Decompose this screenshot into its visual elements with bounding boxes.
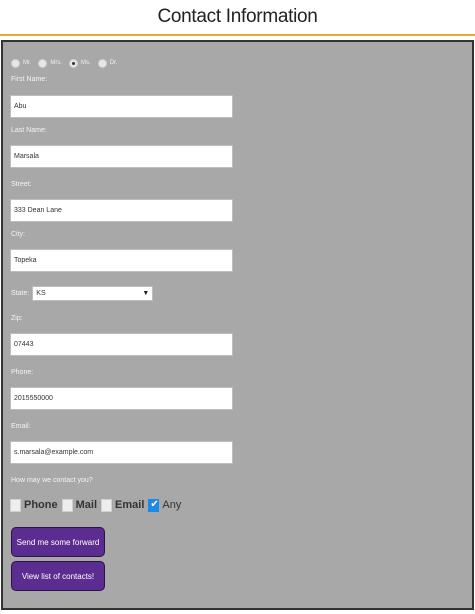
- zip-input[interactable]: 07443: [10, 333, 233, 356]
- checkbox-phone-label: Phone: [24, 499, 58, 511]
- state-select[interactable]: KS ▼: [32, 285, 154, 301]
- radio-mr[interactable]: [11, 58, 20, 68]
- state-label: State:: [11, 289, 30, 297]
- radio-ms[interactable]: [69, 58, 79, 68]
- page-title: Contact Information: [157, 6, 318, 27]
- radio-dr-label: Dr.: [109, 60, 118, 66]
- page-header: Contact Information: [0, 0, 475, 36]
- checkbox-any[interactable]: [148, 498, 160, 512]
- state-select-value: KS: [36, 289, 46, 297]
- radio-dr[interactable]: [97, 58, 107, 68]
- checkbox-any-label: Any: [162, 499, 182, 511]
- salutation-group: Mr. Mrs. Ms. Dr.: [11, 56, 124, 70]
- view-contacts-button[interactable]: View list of contacts!: [11, 561, 105, 591]
- radio-mr-label: Mr.: [23, 60, 32, 66]
- last-name-label: Last Name:: [11, 127, 47, 134]
- city-label: City:: [11, 231, 25, 238]
- first-name-input[interactable]: Abu: [10, 95, 233, 118]
- checkbox-phone[interactable]: [10, 498, 21, 512]
- checkbox-mail-label: Mail: [75, 499, 98, 511]
- first-name-label: First Name:: [11, 76, 48, 83]
- send-button[interactable]: Send me some forward: [11, 527, 105, 557]
- chevron-down-icon: ▼: [142, 289, 150, 297]
- radio-mrs[interactable]: [38, 58, 48, 68]
- checkbox-email[interactable]: [101, 498, 113, 512]
- street-label: Street:: [11, 181, 32, 188]
- state-row: State: KS ▼: [11, 285, 154, 301]
- city-input[interactable]: Topeka: [10, 249, 233, 272]
- checkbox-mail[interactable]: [61, 498, 73, 512]
- email-input[interactable]: s.marsala@example.com: [10, 441, 233, 464]
- phone-label: Phone:: [11, 369, 34, 376]
- radio-ms-label: Ms.: [81, 60, 91, 66]
- checkbox-email-label: Email: [115, 499, 145, 511]
- contact-method-group: Phone Mail Email Any: [10, 497, 185, 513]
- street-input[interactable]: 333 Dean Lane: [10, 199, 233, 222]
- last-name-input[interactable]: Marsala: [10, 145, 233, 168]
- phone-input[interactable]: 2015550000: [10, 387, 233, 410]
- radio-mrs-label: Mrs.: [50, 60, 63, 66]
- zip-label: Zip:: [11, 315, 23, 322]
- contact-form-panel: [1, 40, 474, 610]
- email-label: Email:: [11, 423, 31, 430]
- contact-method-question: How may we contact you?: [11, 477, 93, 484]
